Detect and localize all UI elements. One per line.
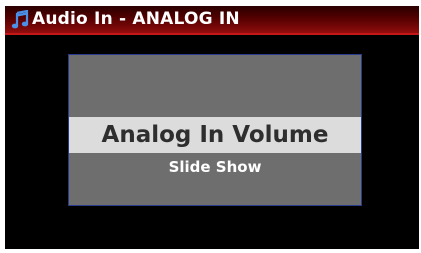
title-bar: Audio In - ANALOG IN xyxy=(5,6,419,35)
screen-title: Audio In - ANALOG IN xyxy=(32,9,240,29)
device-screen: Audio In - ANALOG IN Analog In Volume Sl… xyxy=(5,6,419,249)
menu-item-slide-show[interactable]: Slide Show xyxy=(69,155,361,179)
menu-item-label: Slide Show xyxy=(168,158,262,176)
menu-item-analog-in-volume[interactable]: Analog In Volume xyxy=(69,117,361,153)
title-divider xyxy=(5,33,419,35)
menu-item-label: Analog In Volume xyxy=(101,122,329,148)
menu-panel: Analog In Volume Slide Show xyxy=(68,54,362,206)
music-note-icon xyxy=(11,10,29,29)
